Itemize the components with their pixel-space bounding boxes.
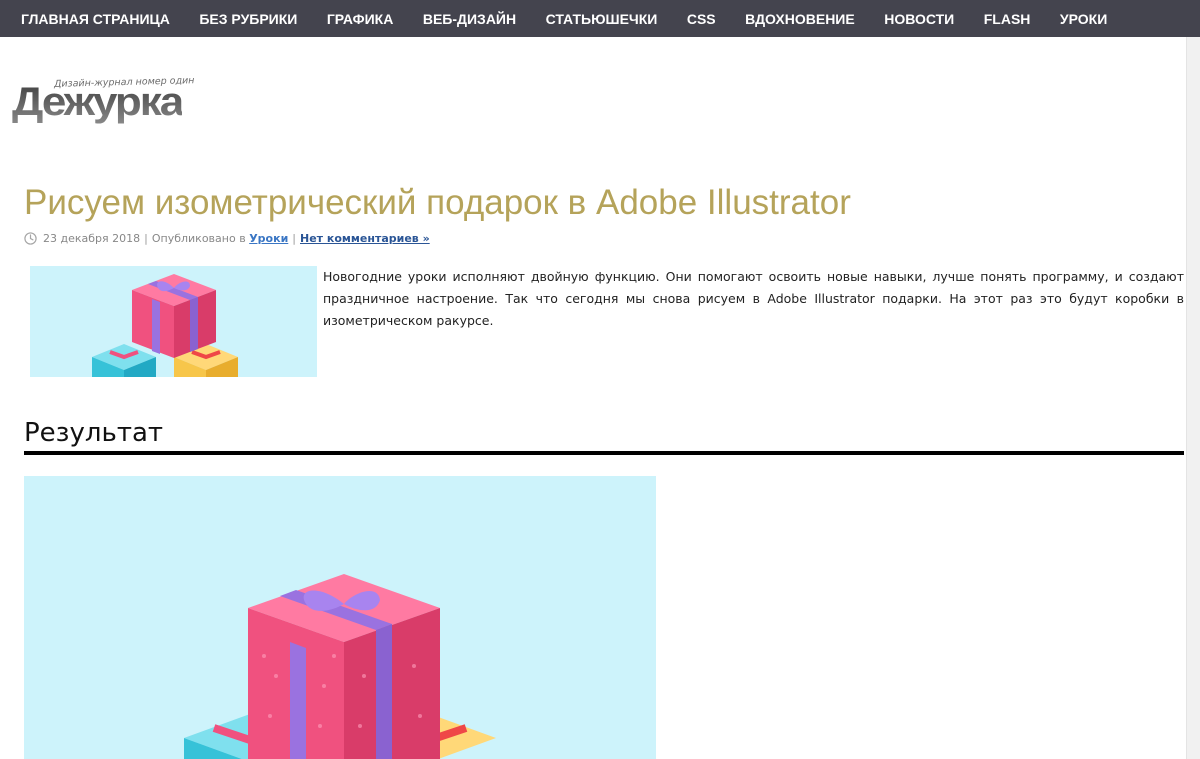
post-date: 23 декабря 2018 [43,232,141,245]
nav-item-web-design[interactable]: ВЕБ-ДИЗАЙН [423,11,516,27]
comments-link[interactable]: Нет комментариев » [300,232,430,245]
nav-item-uncategorized[interactable]: БЕЗ РУБРИКИ [199,11,297,27]
nav-item-articles[interactable]: СТАТЬЮШЕЧКИ [546,11,658,27]
logo-text: Дежурка [12,80,184,125]
gift-illustration-large [184,574,496,759]
meta-separator: | [292,232,296,245]
nav-item-news[interactable]: НОВОСТИ [884,11,954,27]
post-meta: 23 декабря 2018 | Опубликовано в Уроки |… [24,232,430,245]
post-intro: Новогодние уроки исполняют двойную функц… [323,269,1184,328]
page-scrollbar[interactable] [1186,37,1200,759]
nav-item-graphics[interactable]: ГРАФИКА [327,11,393,27]
gift-illustration-small [92,274,238,377]
nav-item-home[interactable]: ГЛАВНАЯ СТРАНИЦА [21,11,170,27]
category-link[interactable]: Уроки [249,232,288,245]
site-logo[interactable]: Дизайн-журнал номер один Дежурка [12,74,227,130]
clock-icon [24,232,37,245]
nav-item-css[interactable]: CSS [687,11,716,27]
top-navigation: ГЛАВНАЯ СТРАНИЦА БЕЗ РУБРИКИ ГРАФИКА ВЕБ… [0,0,1200,37]
published-in-label: Опубликовано в [151,232,246,245]
nav-item-flash[interactable]: FLASH [984,11,1031,27]
post-title[interactable]: Рисуем изометрический подарок в Adobe Il… [24,183,851,223]
nav-item-lessons[interactable]: УРОКИ [1060,11,1107,27]
post-thumbnail[interactable] [30,266,317,377]
section-heading-result: Результат [24,417,1184,455]
result-image[interactable] [24,476,656,759]
nav-item-inspiration[interactable]: ВДОХНОВЕНИЕ [745,11,855,27]
meta-separator: | [144,232,148,245]
